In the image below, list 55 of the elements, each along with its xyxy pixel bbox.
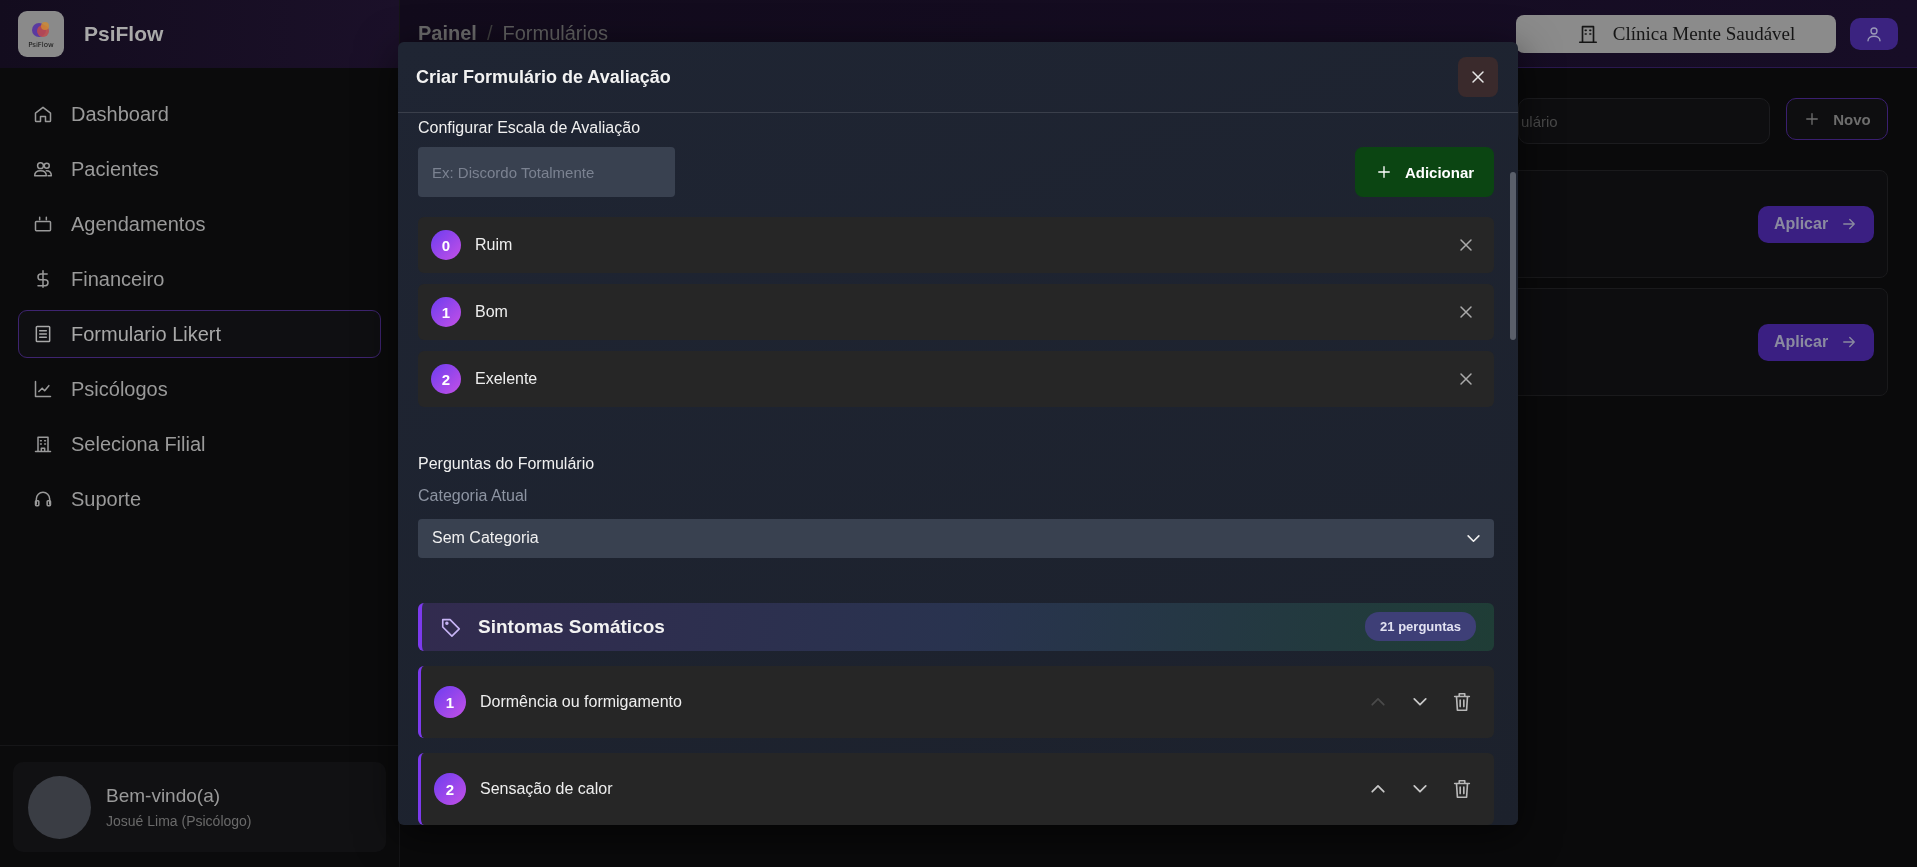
chevron-down-icon	[1413, 698, 1427, 706]
users-icon	[33, 159, 53, 179]
close-button[interactable]	[1458, 57, 1498, 97]
sidebar-item[interactable]: Pacientes	[18, 145, 381, 193]
modal-title: Criar Formulário de Avaliação	[416, 66, 671, 88]
field-label: Categoria Atual	[418, 487, 529, 505]
question-count-badge: 21 perguntas	[1365, 612, 1476, 642]
chart-icon	[33, 379, 53, 399]
add-button[interactable]: Adicionar	[1355, 147, 1494, 197]
home-icon	[33, 104, 53, 124]
user-menu-button[interactable]	[1850, 17, 1898, 50]
section-heading: Configurar Escala de Avaliação	[418, 119, 642, 137]
new-button[interactable]: Novo	[1786, 98, 1888, 140]
scale-label: Exelente	[475, 370, 539, 388]
sidebar-item[interactable]: Psicólogos	[18, 365, 381, 413]
chevron-up-icon	[1371, 785, 1385, 793]
calendar-icon	[33, 214, 53, 234]
chevron-down-icon	[1467, 534, 1480, 542]
search-field[interactable]: ulário	[1518, 98, 1770, 144]
scale-label: Ruim	[475, 236, 514, 254]
category-select[interactable]: Sem Categoria	[418, 519, 1494, 558]
greeting-text: Bem-vindo(a)	[106, 785, 222, 807]
sidebar-item[interactable]: Formulario Likert	[18, 310, 381, 358]
scale-label: Bom	[475, 303, 509, 321]
chevron-down-icon	[1413, 785, 1427, 793]
question-number: 2	[434, 773, 466, 805]
breadcrumb-separator: /	[486, 22, 493, 45]
scrollbar[interactable]	[1510, 172, 1516, 340]
apply-button[interactable]: Aplicar	[1758, 205, 1874, 243]
headphones-icon	[33, 489, 53, 509]
section-heading: Perguntas do Formulário	[418, 455, 596, 473]
scale-value: 2	[431, 364, 461, 394]
question-text: Dormência ou formigamento	[480, 693, 683, 711]
sidebar-item[interactable]: Agendamentos	[18, 200, 381, 248]
breadcrumb-item: Formulários	[502, 22, 609, 45]
apply-button[interactable]: Aplicar	[1758, 323, 1874, 361]
trash-icon	[1451, 778, 1473, 800]
app-name: PsiFlow	[84, 22, 164, 46]
question-text: Sensação de calor	[480, 780, 614, 798]
document-icon	[33, 324, 53, 344]
scale-value: 0	[431, 230, 461, 260]
user-name: Josué Lima (Psicólogo)	[106, 813, 252, 829]
sidebar-item[interactable]: Suporte	[18, 475, 381, 523]
question-number: 1	[434, 686, 466, 718]
trash-icon	[1451, 691, 1473, 713]
chevron-up-icon	[1371, 698, 1385, 706]
user-icon	[1865, 24, 1883, 43]
clinic-selector[interactable]: Clínica Mente Saudável	[1516, 14, 1836, 53]
scale-input-field[interactable]: Ex: Discordo Totalmente	[418, 147, 675, 197]
sidebar-item[interactable]: Financeiro	[18, 255, 381, 303]
sidebar-item[interactable]: Seleciona Filial	[18, 420, 381, 468]
category-name: Sintomas Somáticos	[478, 615, 666, 638]
building-icon	[33, 434, 53, 454]
sidebar-item[interactable]: Dashboard	[18, 90, 381, 138]
scale-value: 1	[431, 297, 461, 327]
